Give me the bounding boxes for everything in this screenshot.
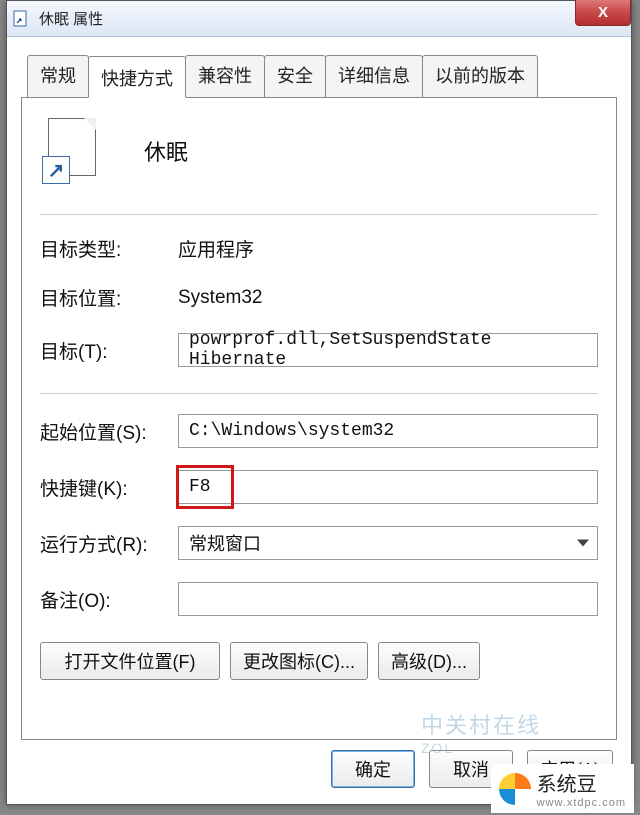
brand-badge: 系统豆 www.xtdpc.com: [491, 764, 634, 813]
advanced-button[interactable]: 高级(D)...: [378, 642, 480, 680]
row-run: 运行方式(R): 常规窗口: [40, 526, 598, 560]
header-row: ↗ 休眠: [40, 118, 598, 184]
button-row: 打开文件位置(F) 更改图标(C)... 高级(D)...: [40, 642, 598, 680]
open-file-location-button[interactable]: 打开文件位置(F): [40, 642, 220, 680]
chevron-down-icon: [577, 540, 589, 547]
divider: [40, 214, 598, 215]
shortcut-large-icon: ↗: [40, 118, 106, 184]
label-shortcut-key: 快捷键(K):: [40, 474, 178, 501]
row-start-in: 起始位置(S): C:\Windows\system32: [40, 414, 598, 448]
tab-security[interactable]: 安全: [264, 55, 326, 97]
tab-panel-shortcut: ↗ 休眠 目标类型: 应用程序 目标位置: System32 目标(T): po…: [21, 98, 617, 740]
row-shortcut-key: 快捷键(K): F8: [40, 470, 598, 504]
label-target: 目标(T):: [40, 337, 178, 364]
change-icon-button[interactable]: 更改图标(C)...: [230, 642, 368, 680]
brand-url: www.xtdpc.com: [537, 797, 626, 809]
row-target-type: 目标类型: 应用程序: [40, 235, 598, 262]
window-title: 休眠 属性: [39, 8, 103, 29]
ok-button[interactable]: 确定: [331, 750, 415, 788]
label-comment: 备注(O):: [40, 586, 178, 613]
label-run: 运行方式(R):: [40, 530, 178, 557]
divider: [40, 393, 598, 394]
close-icon: X: [598, 4, 608, 21]
close-button[interactable]: X: [575, 0, 631, 26]
row-target: 目标(T): powrprof.dll,SetSuspendState Hibe…: [40, 333, 598, 367]
properties-dialog: 休眠 属性 X 常规 快捷方式 兼容性 安全 详细信息 以前的版本 ↗ 休眠 目…: [6, 0, 632, 805]
tab-shortcut[interactable]: 快捷方式: [88, 56, 186, 98]
brand-name: 系统豆: [537, 774, 597, 796]
titlebar: 休眠 属性 X: [7, 1, 631, 37]
tab-previous-versions[interactable]: 以前的版本: [422, 55, 538, 97]
tab-details[interactable]: 详细信息: [325, 55, 423, 97]
shortcut-key-input[interactable]: F8: [178, 470, 598, 504]
tab-compatibility[interactable]: 兼容性: [185, 55, 265, 97]
comment-input[interactable]: [178, 582, 598, 616]
start-in-input[interactable]: C:\Windows\system32: [178, 414, 598, 448]
tab-strip: 常规 快捷方式 兼容性 安全 详细信息 以前的版本: [21, 55, 617, 98]
label-target-type: 目标类型:: [40, 235, 178, 262]
brand-logo-icon: [499, 773, 531, 805]
label-start-in: 起始位置(S):: [40, 418, 178, 445]
row-comment: 备注(O):: [40, 582, 598, 616]
tab-general[interactable]: 常规: [27, 55, 89, 97]
row-target-location: 目标位置: System32: [40, 284, 598, 311]
shortcut-name: 休眠: [144, 135, 188, 167]
arrow-icon: ↗: [42, 156, 70, 184]
label-target-location: 目标位置:: [40, 284, 178, 311]
shortcut-file-icon: [13, 10, 31, 28]
value-target-type: 应用程序: [178, 235, 254, 262]
value-target-location: System32: [178, 287, 262, 309]
target-input[interactable]: powrprof.dll,SetSuspendState Hibernate: [178, 333, 598, 367]
content-area: 常规 快捷方式 兼容性 安全 详细信息 以前的版本 ↗ 休眠 目标类型: 应用程…: [7, 37, 631, 804]
run-select[interactable]: 常规窗口: [178, 526, 598, 560]
